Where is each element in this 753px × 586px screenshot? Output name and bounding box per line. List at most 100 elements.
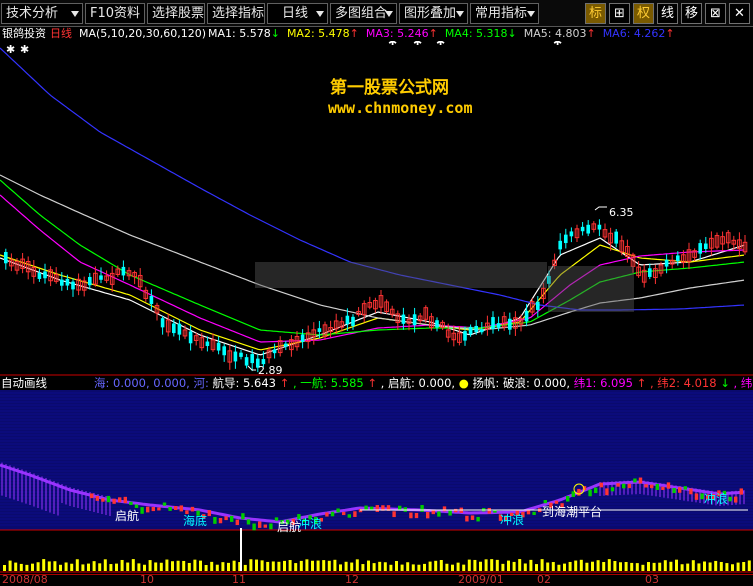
volume-bar xyxy=(3,564,6,571)
candle-body xyxy=(149,295,154,305)
watermark-title: 第一股票公式网 xyxy=(330,78,449,98)
volume-bar xyxy=(159,562,163,571)
volume-bar xyxy=(406,562,410,571)
volume-bar xyxy=(165,559,169,571)
volume-bar xyxy=(249,559,253,571)
star-marker: ✱ xyxy=(6,43,15,56)
candle-body xyxy=(536,301,540,310)
volume-bar xyxy=(400,564,404,571)
volume-bar xyxy=(602,562,606,571)
indicator-bar xyxy=(672,488,676,494)
volume-bar xyxy=(635,563,639,571)
high-price-label: 6.35 xyxy=(609,206,634,219)
volume-bar xyxy=(484,559,488,571)
indicator-bar xyxy=(426,512,430,519)
ma-value-3: MA3: 5.246↑ xyxy=(365,27,438,40)
indicator-bar xyxy=(420,505,424,512)
volume-bar xyxy=(131,559,135,571)
stock-name: 银鸽投资 xyxy=(2,27,46,40)
indicator-bar xyxy=(454,508,458,513)
date-label: 03 xyxy=(645,573,659,586)
indicator-bar xyxy=(566,496,570,502)
indicator-bar xyxy=(370,506,374,510)
indicator-value-4: , 一航: 5.585 xyxy=(292,376,368,390)
volume-bar xyxy=(277,561,281,571)
indicator-bar xyxy=(689,488,693,495)
crosshair-button[interactable]: ⊞ xyxy=(609,3,630,24)
f10-info-button[interactable]: F10资料 xyxy=(85,3,145,24)
indicator-bar xyxy=(263,524,267,528)
indicator-bar xyxy=(269,523,273,530)
date-label: 11 xyxy=(232,573,246,586)
volume-bar xyxy=(630,562,634,571)
indicator-bar xyxy=(532,511,536,515)
volume-bar xyxy=(299,560,303,571)
volume-bar xyxy=(204,564,208,571)
star-marker: ✱ xyxy=(388,41,397,48)
candle-body xyxy=(496,323,501,328)
rights-button[interactable]: 权 xyxy=(633,3,654,24)
indicator-bar xyxy=(224,516,228,521)
candle-body xyxy=(172,323,176,334)
candle-body xyxy=(569,231,574,237)
select-indicator-button[interactable]: 选择指标 xyxy=(207,3,265,24)
indicator-bar xyxy=(364,505,368,511)
multi-chart-button[interactable]: 多图组合 xyxy=(330,3,397,24)
indicator-bar xyxy=(622,483,626,489)
indicator-bar xyxy=(728,496,732,502)
indicator-bar xyxy=(168,506,172,511)
close-icon[interactable]: ✕ xyxy=(729,3,750,24)
volume-bar xyxy=(691,560,695,571)
star-marker: ✱ xyxy=(436,41,445,48)
indicator-bar xyxy=(661,486,665,490)
volume-bar xyxy=(725,563,729,571)
volume-bar xyxy=(221,562,225,571)
indicator-bar xyxy=(157,507,161,511)
tech-analysis-button[interactable]: 技术分析 xyxy=(1,3,83,24)
candle-body xyxy=(160,318,165,328)
select-stock-button[interactable]: 选择股票 xyxy=(147,3,205,24)
indicator-bar xyxy=(633,478,637,483)
period-daily-button[interactable]: 日线 xyxy=(267,3,328,24)
indicator-value-10: ↑ xyxy=(636,376,650,390)
common-indicator-button[interactable]: 常用指标 xyxy=(470,3,539,24)
candle-body xyxy=(239,352,243,357)
volume-bar xyxy=(563,563,566,571)
indicator-bar xyxy=(392,511,396,518)
candle-body xyxy=(524,310,529,322)
indicator-bar xyxy=(179,505,183,512)
move-button[interactable]: 移 xyxy=(681,3,702,24)
volume-bar xyxy=(557,564,561,571)
indicator-value-9: 纬1: 6.095 xyxy=(573,376,637,390)
indicator-bar xyxy=(678,487,682,493)
volume-bar xyxy=(686,563,690,571)
candle-body xyxy=(435,320,439,328)
candle-body xyxy=(412,314,417,326)
indicator-bar xyxy=(638,477,643,484)
indicator-bar xyxy=(134,504,139,508)
ma-info-line: 银鸽投资 日线 MA(5,10,20,30,60,120) MA1: 5.578… xyxy=(0,27,753,41)
indicator-bar xyxy=(599,482,603,488)
indicator-bar xyxy=(655,483,659,490)
indicator-bar xyxy=(353,511,357,517)
volume-bar xyxy=(395,561,398,571)
volume-bar xyxy=(535,564,538,571)
indicator-value-1: 海: 0.000, 0.000, 河: xyxy=(94,376,213,390)
indicator-bar xyxy=(207,510,211,517)
line-button[interactable]: 线 xyxy=(657,3,678,24)
candle-body xyxy=(508,318,512,330)
chart-overlay-button[interactable]: 图形叠加 xyxy=(399,3,468,24)
indicator-bar xyxy=(448,510,452,516)
volume-bar xyxy=(14,562,18,571)
mark-button[interactable]: 标 xyxy=(585,3,606,24)
window-icon[interactable]: ⊠ xyxy=(705,3,726,24)
indicator-value-8: 扬帆: 破浪: 0.000, xyxy=(472,376,574,390)
volume-bar xyxy=(372,563,376,571)
indicator-bar xyxy=(90,493,94,499)
volume-bar xyxy=(613,561,617,571)
volume-bar xyxy=(439,559,443,571)
volume-bar xyxy=(92,561,96,571)
volume-bar xyxy=(495,559,499,571)
candle-body xyxy=(468,326,473,335)
volume-bar xyxy=(579,559,583,571)
